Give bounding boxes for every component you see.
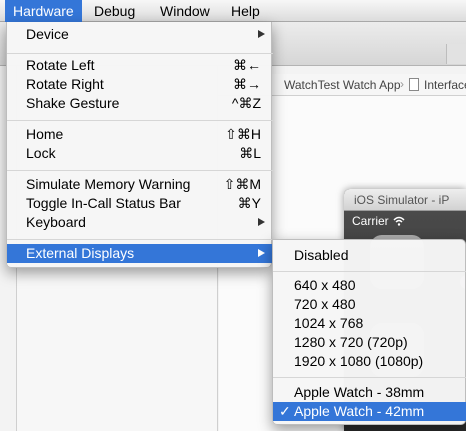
menu-item-label: Rotate Right [26,76,104,92]
shortcut-label: ^⌘Z [231,95,261,111]
hardware-menu: Device Rotate Left ⌘← Rotate Right ⌘→ Sh… [6,22,273,268]
menu-item-label: Shake Gesture [26,95,120,111]
menu-item-lock[interactable]: Lock ⌘L [7,144,273,163]
menu-item-label: 1024 x 768 [294,315,364,331]
simulator-title[interactable]: iOS Simulator - iP [344,189,466,211]
shortcut-label: ⇧⌘H [225,126,261,142]
menu-item-disabled[interactable]: Disabled [273,246,466,265]
menu-item-resolution[interactable]: 1024 x 768 [273,314,466,333]
menu-bar: Hardware Debug Window Help [0,0,466,22]
menu-item-toggle-in-call-status-bar[interactable]: Toggle In-Call Status Bar ⌘Y [7,194,273,213]
menu-item-label: Toggle In-Call Status Bar [26,195,181,211]
menu-item-simulate-memory-warning[interactable]: Simulate Memory Warning ⇧⌘M [7,175,273,194]
menu-item-label: External Displays [26,245,135,261]
status-bar: Carrier [352,214,405,228]
menu-divider [7,53,273,54]
menu-divider [273,377,466,378]
external-displays-submenu: Disabled 640 x 480 720 x 480 1024 x 768 … [272,239,466,425]
document-icon [409,78,419,91]
checkmark-icon: ✓ [279,403,291,419]
menu-item-label: Lock [26,145,56,161]
breadcrumb-separator: › [400,77,404,91]
menu-divider [7,120,273,121]
menu-divider [7,239,273,240]
menu-item-label: 1920 x 1080 (1080p) [294,353,424,369]
menu-divider [7,170,273,171]
shortcut-label: ⇧⌘M [223,176,261,192]
shortcut-label: ⌘L [239,145,261,161]
menu-item-shake-gesture[interactable]: Shake Gesture ^⌘Z [7,94,273,113]
menu-hardware[interactable]: Hardware [5,0,82,22]
menu-item-label: Apple Watch - 42mm [294,403,425,419]
menu-item-resolution[interactable]: 720 x 480 [273,295,466,314]
menu-item-resolution[interactable]: 640 x 480 [273,276,466,295]
menu-item-label: Home [26,126,64,142]
submenu-arrow-icon [258,218,265,226]
carrier-label: Carrier [352,214,389,228]
menu-item-label: Keyboard [26,214,86,230]
breadcrumb-item[interactable]: WatchTest Watch App [284,78,401,92]
submenu-arrow-icon [258,249,265,257]
menu-item-label: 720 x 480 [294,296,356,312]
menu-item-label: Device [26,26,69,42]
shortcut-label: ⌘→ [233,76,261,92]
menu-window[interactable]: Window [152,0,218,22]
menu-item-label: 640 x 480 [294,277,356,293]
menu-item-label: Apple Watch - 38mm [294,384,425,400]
menu-item-resolution[interactable]: 1920 x 1080 (1080p) [273,352,466,371]
menu-item-apple-watch-42mm[interactable]: ✓ Apple Watch - 42mm [273,402,466,421]
menu-item-home[interactable]: Home ⇧⌘H [7,125,273,144]
menu-item-rotate-left[interactable]: Rotate Left ⌘← [7,56,273,75]
menu-item-external-displays[interactable]: External Displays [7,244,273,263]
menu-item-rotate-right[interactable]: Rotate Right ⌘→ [7,75,273,94]
menu-debug[interactable]: Debug [86,0,143,22]
shortcut-label: ⌘Y [237,195,261,211]
shortcut-label: ⌘← [233,57,261,73]
submenu-arrow-icon [258,30,265,38]
menu-help[interactable]: Help [223,0,268,22]
wifi-icon [393,216,405,226]
menu-item-apple-watch-38mm[interactable]: Apple Watch - 38mm [273,383,466,402]
menu-item-label: Disabled [294,247,349,263]
menu-item-keyboard[interactable]: Keyboard [7,213,273,232]
breadcrumb-item[interactable]: Interface [424,78,466,92]
menu-item-label: Rotate Left [26,57,95,73]
menu-divider [273,271,466,272]
menu-item-label: 1280 x 720 (720p) [294,334,408,350]
menu-item-device[interactable]: Device [7,25,273,44]
toolbar-tab[interactable] [446,44,466,64]
menu-item-resolution[interactable]: 1280 x 720 (720p) [273,333,466,352]
menu-item-label: Simulate Memory Warning [26,176,191,192]
